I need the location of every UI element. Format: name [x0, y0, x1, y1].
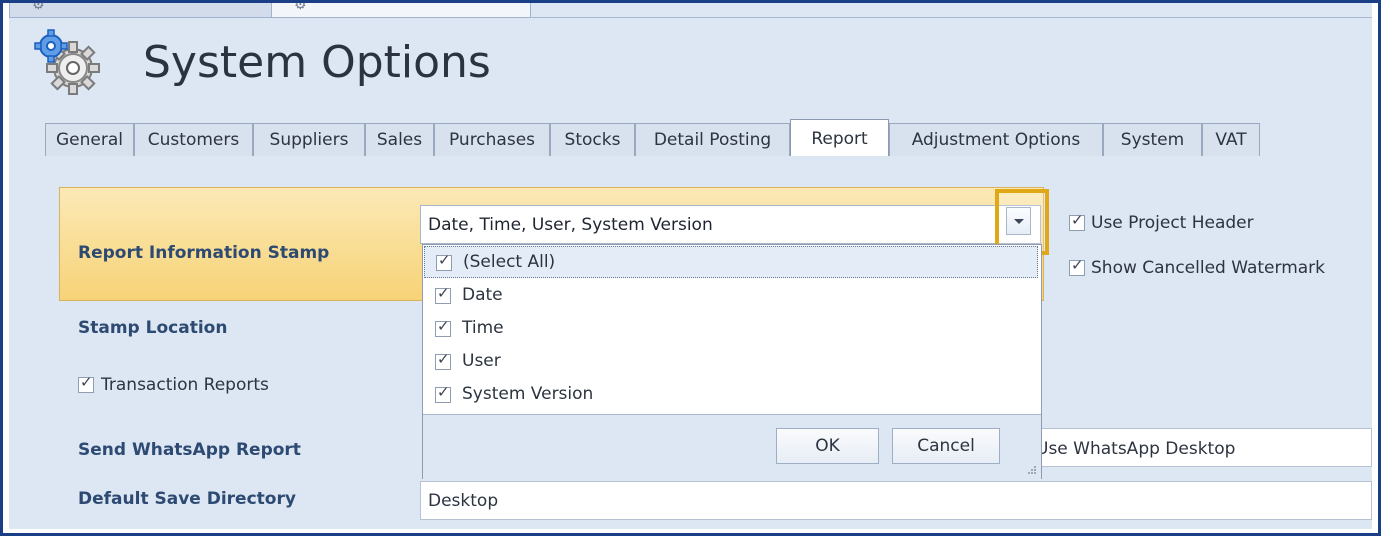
cancel-button[interactable]: Cancel [892, 428, 1000, 464]
tab-general[interactable]: General [45, 123, 134, 156]
document-tab-gear-icon: ⚙ [32, 0, 45, 13]
dropdown-item-label: Date [462, 285, 503, 305]
checkbox-check-icon: ✓ [1071, 211, 1084, 229]
screenshot-frame: ⚙ ⚙ System Options General Customers Sup… [0, 0, 1381, 536]
send-whatsapp-report-value: Use WhatsApp Desktop [1036, 439, 1236, 459]
ok-button[interactable]: OK [776, 428, 879, 464]
stamp-options-popup: ✓ (Select All) ✓ Date ✓ Time ✓ User ✓ Sy… [422, 244, 1042, 480]
default-save-directory-value: Desktop [428, 491, 499, 511]
document-tab-2[interactable]: ⚙ [271, 3, 531, 18]
dropdown-item-label: (Select All) [463, 252, 556, 272]
dropdown-item-select-all[interactable]: ✓ (Select All) [424, 246, 1038, 278]
tab-detail-posting[interactable]: Detail Posting [635, 123, 790, 156]
document-tab-gear-icon: ⚙ [294, 0, 307, 13]
dropdown-item-time[interactable]: ✓ Time [424, 313, 1038, 345]
stamp-dropdown-inner-button[interactable] [1006, 207, 1031, 235]
tab-vat[interactable]: VAT [1202, 123, 1260, 156]
default-save-directory-label: Default Save Directory [78, 489, 296, 509]
dropdown-item-label: Time [462, 318, 504, 338]
tab-customers[interactable]: Customers [134, 123, 253, 156]
resize-grip-icon[interactable] [1023, 465, 1037, 477]
transaction-reports-label: Transaction Reports [101, 375, 269, 395]
document-tab-divider [529, 17, 1372, 18]
system-options-window: ⚙ ⚙ System Options General Customers Sup… [9, 3, 1372, 529]
checkbox-check-icon: ✓ [1071, 256, 1084, 274]
transaction-reports-checkbox[interactable]: ✓ [78, 373, 94, 393]
use-project-header-checkbox[interactable]: ✓ [1069, 211, 1085, 231]
report-information-stamp-combo[interactable]: Date, Time, User, System Version [420, 205, 1041, 244]
checkbox-check-icon: ✓ [437, 383, 450, 401]
send-whatsapp-report-field[interactable]: Use WhatsApp Desktop [1017, 428, 1372, 467]
tab-adjustment-options[interactable]: Adjustment Options [889, 123, 1103, 156]
gear-icon [34, 29, 100, 95]
tab-suppliers[interactable]: Suppliers [253, 123, 365, 156]
tab-sales[interactable]: Sales [365, 123, 434, 156]
tab-system[interactable]: System [1103, 123, 1202, 156]
dropdown-item-system-version[interactable]: ✓ System Version [424, 379, 1038, 411]
document-tabs: ⚙ ⚙ [9, 3, 531, 19]
report-information-stamp-value: Date, Time, User, System Version [428, 215, 713, 235]
checkbox-check-icon: ✓ [437, 350, 450, 368]
default-save-directory-field[interactable]: Desktop [420, 481, 1372, 520]
popup-footer: OK Cancel [423, 414, 1041, 480]
date-checkbox[interactable]: ✓ [435, 284, 451, 304]
page-title: System Options [143, 37, 491, 88]
chevron-down-icon [1014, 219, 1024, 224]
document-tab-1[interactable]: ⚙ [9, 3, 273, 18]
tab-purchases[interactable]: Purchases [434, 123, 550, 156]
checkbox-check-icon: ✓ [80, 373, 93, 391]
checkbox-check-icon: ✓ [438, 251, 451, 269]
stamp-options-list: ✓ (Select All) ✓ Date ✓ Time ✓ User ✓ Sy… [423, 245, 1041, 414]
dropdown-item-label: System Version [462, 384, 594, 404]
show-cancelled-watermark-checkbox[interactable]: ✓ [1069, 256, 1085, 276]
user-checkbox[interactable]: ✓ [435, 350, 451, 370]
checkbox-check-icon: ✓ [437, 317, 450, 335]
stamp-location-label: Stamp Location [78, 318, 228, 338]
report-information-stamp-label: Report Information Stamp [78, 243, 330, 263]
show-cancelled-watermark-label: Show Cancelled Watermark [1091, 258, 1326, 278]
checkbox-check-icon: ✓ [437, 284, 450, 302]
dropdown-item-label: User [462, 351, 501, 371]
use-project-header-label: Use Project Header [1091, 213, 1254, 233]
tab-report[interactable]: Report [790, 119, 889, 157]
tab-stocks[interactable]: Stocks [550, 123, 635, 156]
dropdown-item-user[interactable]: ✓ User [424, 346, 1038, 378]
system-version-checkbox[interactable]: ✓ [435, 383, 451, 403]
send-whatsapp-report-label: Send WhatsApp Report [78, 440, 301, 460]
dropdown-item-date[interactable]: ✓ Date [424, 280, 1038, 312]
time-checkbox[interactable]: ✓ [435, 317, 451, 337]
select-all-checkbox[interactable]: ✓ [436, 251, 452, 271]
